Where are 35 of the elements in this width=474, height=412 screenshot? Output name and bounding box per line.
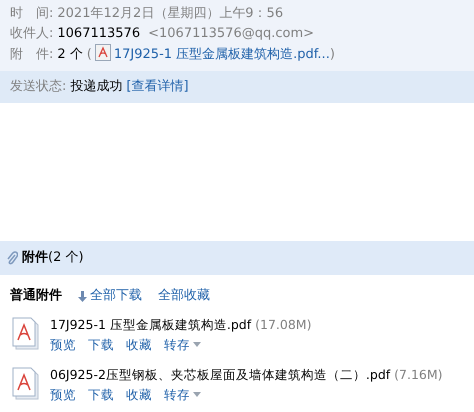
save-to-dropdown[interactable]: 转存 (164, 387, 201, 402)
file-action-link[interactable]: 收藏 (126, 337, 152, 352)
attachment-type-label: 普通附件 (10, 287, 62, 305)
download-icon (78, 290, 87, 302)
status-label: 发送状态: (10, 79, 66, 94)
attachment-count: 2 个 (57, 47, 83, 62)
file-name: 06J925-2压型钢板、夹芯板屋面及墙体建筑构造（二）.pdf (50, 367, 390, 382)
paren-text: ) (330, 47, 335, 62)
file-size: (17.08M) (255, 317, 312, 332)
file-size: (7.16M) (394, 367, 443, 382)
field-label: 时 间: (10, 6, 54, 21)
file-action-link[interactable]: 下载 (88, 337, 114, 352)
paren-text: ( (86, 47, 92, 62)
status-value: 投递成功 (70, 79, 122, 94)
attachment-link[interactable]: 17J925-1 压型金属板建筑构造.pdf... (114, 47, 330, 62)
field-label: 收件人: (10, 26, 54, 41)
details-link[interactable]: [查看详情] (126, 79, 189, 94)
file-action-link[interactable]: 预览 (50, 337, 76, 352)
caret-icon (193, 392, 201, 397)
file-action-link[interactable]: 预览 (50, 387, 76, 402)
save-all-link[interactable]: 全部收藏 (158, 287, 210, 305)
file-action-link[interactable]: 收藏 (126, 387, 152, 402)
time-value: 2021年12月2日（星期四）上午9：56 (57, 6, 284, 21)
file-action-link[interactable]: 下载 (88, 387, 114, 402)
field-label: 附 件: (10, 47, 54, 62)
paperclip-icon (6, 251, 18, 265)
file-name: 17J925-1 压型金属板建筑构造.pdf (50, 317, 252, 332)
attachment-total: (2 个) (48, 249, 84, 267)
recipient-address: <1067113576@qq.com> (148, 26, 314, 41)
pdf-icon (94, 44, 111, 61)
caret-icon (193, 342, 201, 347)
download-all-link[interactable]: 全部下载 (78, 287, 142, 305)
section-title: 附件 (22, 249, 48, 267)
recipient-name: 1067113576 (57, 26, 140, 41)
save-to-dropdown[interactable]: 转存 (164, 337, 201, 352)
